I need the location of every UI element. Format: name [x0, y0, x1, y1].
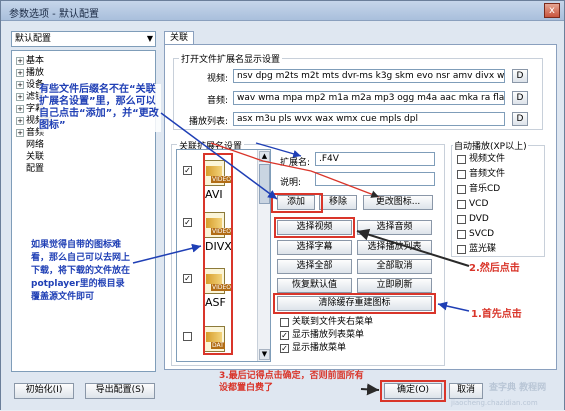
video-default-button[interactable]: D	[512, 69, 528, 83]
tree-item-association[interactable]: 关联	[26, 151, 44, 163]
watermark-url: jiaocheng.chazidian.com	[451, 399, 538, 407]
remove-button[interactable]: 移除	[319, 195, 357, 210]
playlist-ext-field[interactable]: asx m3u pls wvx wax wmx cue mpls dpl	[233, 112, 505, 126]
checkbox[interactable]	[457, 200, 466, 209]
playlist-ext-label: 播放列表:	[188, 117, 228, 127]
scroll-down-icon[interactable]: ▼	[259, 349, 270, 360]
highlight-select-video	[274, 217, 355, 238]
refresh-now-button[interactable]: 立即刷新	[357, 278, 432, 293]
checkbox[interactable]: ✓	[280, 344, 289, 353]
expand-icon[interactable]: +	[16, 80, 24, 89]
audio-default-button[interactable]: D	[512, 91, 528, 105]
select-playlist-button[interactable]: 选择播放列表	[357, 240, 432, 255]
highlight-icon-list	[203, 153, 233, 355]
export-config-button[interactable]: 导出配置(S)	[85, 383, 155, 399]
deselect-all-button[interactable]: 全部取消	[357, 259, 432, 274]
ext-name-input[interactable]: .F4V	[315, 152, 435, 166]
scrollbar-thumb[interactable]	[259, 164, 270, 204]
note-custom-icons: 如果觉得自带的图标难看，那么自己可以去网上下载，将下载的文件放在potplaye…	[31, 239, 131, 304]
autoplay-group-title: 自动播放(XP以上)	[453, 139, 528, 152]
change-icon-button[interactable]: 更改图标...	[363, 195, 433, 210]
ext-group-title: 打开文件扩展名显示设置	[179, 52, 283, 65]
expand-icon[interactable]: +	[16, 92, 24, 101]
close-button[interactable]: x	[544, 3, 560, 18]
highlight-add	[271, 193, 323, 213]
select-subtitle-button[interactable]: 选择字幕	[277, 240, 352, 255]
icon-list-scrollbar[interactable]: ▲ ▼	[257, 150, 270, 361]
tab-association[interactable]: 关联	[164, 31, 194, 45]
playlist-default-button[interactable]: D	[512, 112, 528, 126]
checkbox[interactable]	[457, 170, 466, 179]
init-button[interactable]: 初始化(I)	[14, 383, 74, 399]
config-select-value: 默认配置	[15, 34, 52, 44]
note-step1: 1.首先点击	[471, 309, 522, 320]
icon-checkbox[interactable]: ✓	[183, 166, 192, 175]
checkbox[interactable]	[457, 230, 466, 239]
icon-checkbox[interactable]	[183, 332, 192, 341]
checkbox[interactable]	[457, 215, 466, 224]
checkbox[interactable]	[280, 318, 289, 327]
audio-ext-field[interactable]: wav wma mpa mp2 m1a m2a mp3 ogg m4a aac …	[233, 91, 505, 105]
audio-ext-label: 音频:	[206, 96, 228, 106]
preferences-window: 参数选项 - 默认配置 x 默认配置 ▼ + 基本 + 播放 + 设备 + 滤镜 + 字幕…	[0, 0, 565, 410]
expand-icon[interactable]: +	[16, 56, 24, 65]
ext-name-label: 扩展名:	[280, 158, 311, 168]
tree-item-config[interactable]: 配置	[26, 163, 44, 175]
note-add-extension: 有些文件后缀名不在“关联扩展名设置”里，那么可以自己点击“添加”，并“更改图标”	[39, 84, 161, 132]
select-audio-button[interactable]: 选择音频	[357, 220, 432, 235]
select-all-button[interactable]: 选择全部	[277, 259, 352, 274]
description-label: 说明:	[280, 178, 302, 188]
window-title: 参数选项 - 默认配置	[9, 9, 99, 20]
icon-checkbox[interactable]: ✓	[183, 218, 192, 227]
watermark-text: 查字典 教程网	[489, 383, 547, 393]
expand-icon[interactable]: +	[16, 68, 24, 77]
video-ext-field[interactable]: nsv dpg m2ts m2t mts dvr-ms k3g skm evo …	[233, 69, 505, 83]
scroll-up-icon[interactable]: ▲	[259, 151, 270, 162]
video-ext-label: 视频:	[206, 74, 228, 84]
checkbox[interactable]	[457, 155, 466, 164]
note-step3: 3.最后记得点击确定，否则前面所有设都置白费了	[219, 371, 364, 393]
chevron-down-icon: ▼	[146, 34, 153, 43]
expand-icon[interactable]: +	[16, 116, 24, 125]
title-bar: 参数选项 - 默认配置 x	[1, 1, 564, 21]
checkbox[interactable]	[457, 245, 466, 254]
note-step2: 2.然后点击	[469, 263, 520, 274]
tree-item-network[interactable]: 网络	[26, 139, 44, 151]
restore-default-button[interactable]: 恢复默认值	[277, 278, 352, 293]
expand-icon[interactable]: +	[16, 128, 24, 137]
checkbox[interactable]	[457, 185, 466, 194]
tree-item-basic[interactable]: + 基本	[16, 55, 44, 67]
highlight-ok	[380, 380, 446, 402]
highlight-clear-cache	[273, 293, 436, 314]
checkbox[interactable]: ✓	[280, 331, 289, 340]
expand-icon[interactable]: +	[16, 104, 24, 113]
config-select[interactable]: 默认配置 ▼	[11, 31, 156, 47]
tree-item-playback[interactable]: + 播放	[16, 67, 44, 79]
description-input[interactable]	[315, 172, 435, 186]
icon-checkbox[interactable]: ✓	[183, 274, 192, 283]
